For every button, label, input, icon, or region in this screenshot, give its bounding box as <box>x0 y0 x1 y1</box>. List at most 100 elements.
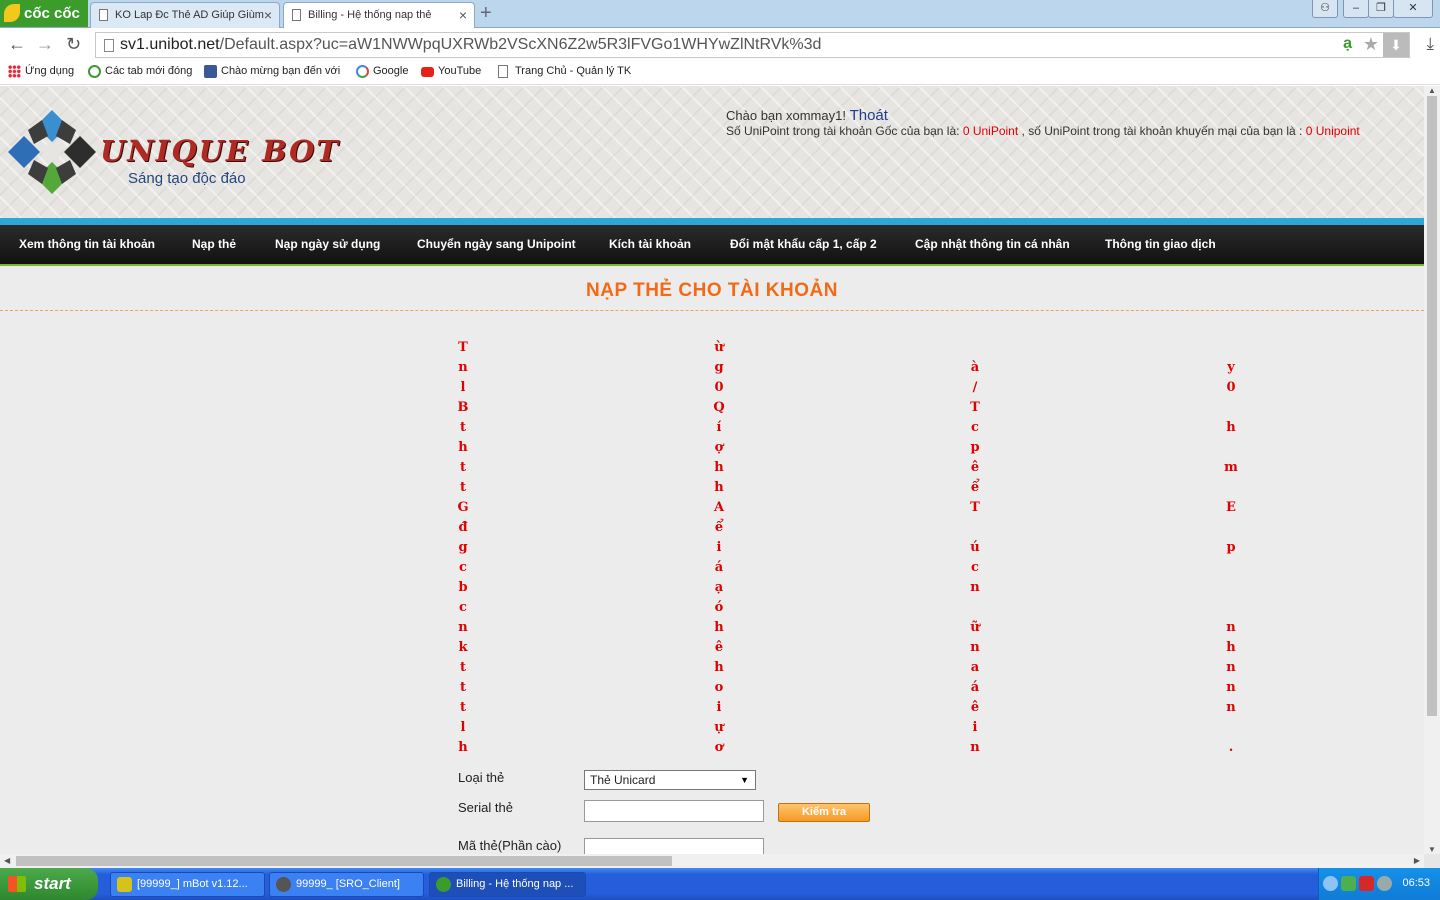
recent-tabs-icon <box>88 65 101 78</box>
url-text[interactable]: sv1.unibot.net/Default.aspx?uc=aW1NWWpqU… <box>120 36 821 54</box>
menu-item-top-up-days[interactable]: Nạp ngày sử dụng <box>275 225 380 264</box>
points-middle: , số UniPoint trong tài khoản khuyến mại… <box>1021 124 1303 138</box>
menu-item-days-to-unipoint[interactable]: Chuyển ngày sang Unipoint <box>417 225 576 264</box>
bookmark-trang-chu[interactable]: Trang Chủ - Quản lý TK <box>498 65 631 78</box>
system-tray: 06:53 <box>1318 868 1440 900</box>
browser-tab-bar: cốc cốc KO Lap Đc Thẻ AD Giúp Giùm × Bil… <box>0 0 1440 29</box>
taskbar-item-sro-client[interactable]: 99999_ [SRO_Client] <box>269 872 424 897</box>
volume-icon[interactable] <box>1377 876 1392 891</box>
notice-column-3: à / T c p ê ể T ú c n ữ n a á ê i n <box>970 360 980 755</box>
vertical-scrollbar[interactable]: ▲ ▼ <box>1424 86 1440 854</box>
menu-item-kick-account[interactable]: Kích tài khoản <box>609 225 691 264</box>
apps-grid-icon <box>8 65 21 78</box>
google-icon <box>356 65 369 78</box>
page-icon <box>104 39 114 52</box>
document-icon <box>292 9 301 21</box>
menu-item-transactions[interactable]: Thông tin giao dịch <box>1105 225 1216 264</box>
start-label: start <box>34 874 71 893</box>
facebook-icon <box>204 65 217 78</box>
scroll-corner <box>1424 854 1440 868</box>
youtube-icon <box>421 67 434 77</box>
card-type-select[interactable]: Thẻ Unicard ▼ <box>584 770 756 790</box>
start-button[interactable]: start <box>0 868 98 900</box>
horizontal-scroll-thumb[interactable] <box>16 856 672 866</box>
points-main-value: 0 UniPoint <box>962 124 1019 138</box>
back-arrow-icon[interactable]: ← <box>8 33 26 55</box>
points-prefix: Số UniPoint trong tài khoản Gốc của bạn … <box>726 124 960 138</box>
card-type-value: Thẻ Unicard <box>590 773 656 787</box>
network-icon[interactable] <box>1341 876 1356 891</box>
scroll-down-arrow-icon[interactable]: ▼ <box>1428 845 1436 854</box>
browser-brand: cốc cốc <box>24 5 80 22</box>
bookmark-facebook[interactable]: Chào mừng bạn đến với <box>204 65 340 78</box>
card-code-input[interactable] <box>584 838 764 854</box>
header-divider-bar <box>0 218 1424 225</box>
clock: 06:53 <box>1402 877 1430 889</box>
document-icon <box>99 9 108 21</box>
coccoc-icon <box>436 877 451 892</box>
close-window-button[interactable]: ✕ <box>1393 0 1433 18</box>
unique-bot-logo-icon[interactable] <box>6 108 98 196</box>
address-bar: ← → ↻ sv1.unibot.net/Default.aspx?uc=aW1… <box>0 28 1440 61</box>
notice-column-4: y 0 h m E p n h n n n . <box>1224 360 1238 755</box>
notice-column-2: ừ g 0 Q í ợ h h A ể i á ạ ó h ê h o i ự … <box>713 340 725 755</box>
restore-button[interactable]: ❐ <box>1368 0 1394 18</box>
profile-icon[interactable]: ⚇ <box>1312 0 1338 18</box>
sro-client-icon <box>276 877 291 892</box>
logout-link[interactable]: Thoát <box>850 107 888 124</box>
taskbar: start [99999_] mBot v1.12... 99999_ [SRO… <box>0 868 1440 900</box>
notice-column-1: T n l B t h t t G đ g c b c n k t t t l … <box>457 340 469 755</box>
dropdown-arrow-icon: ▼ <box>740 775 749 785</box>
section-title: NẠP THẺ CHO TÀI KHOẢN <box>586 280 838 301</box>
bookmark-star-icon[interactable]: ★ <box>1363 34 1379 55</box>
card-code-label: Mã thẻ(Phần cào) <box>458 838 562 853</box>
tray-expand-icon[interactable] <box>1323 876 1338 891</box>
tab-title: Billing - Hệ thống nap thẻ <box>308 9 432 21</box>
horizontal-scrollbar[interactable]: ◀ ▶ <box>0 854 1424 868</box>
menu-item-account-info[interactable]: Xem thông tin tài khoản <box>19 225 155 264</box>
scroll-right-arrow-icon[interactable]: ▶ <box>1414 856 1420 865</box>
coccoc-logo[interactable]: cốc cốc <box>0 0 88 27</box>
card-type-label: Loại thẻ <box>458 770 505 785</box>
bookmark-youtube[interactable]: YouTube <box>421 65 481 77</box>
forward-arrow-icon[interactable]: → <box>36 33 54 55</box>
points-promo-value: 0 Unipoint <box>1305 124 1360 138</box>
tab-billing[interactable]: Billing - Hệ thống nap thẻ × <box>283 2 475 29</box>
logo-text: UNIQUE BOT <box>100 134 341 168</box>
new-tab-button[interactable]: + <box>480 3 492 23</box>
vertical-scroll-thumb[interactable] <box>1427 96 1437 716</box>
site-header: UNIQUE BOT Sáng tạo độc đáo Chào bạn xom… <box>0 86 1424 218</box>
tab-ko-lap[interactable]: KO Lap Đc Thẻ AD Giúp Giùm × <box>90 2 280 28</box>
check-button[interactable]: Kiểm tra <box>778 803 870 822</box>
scroll-left-arrow-icon[interactable]: ◀ <box>4 856 10 865</box>
serial-label: Serial thẻ <box>458 800 513 815</box>
menu-item-change-password[interactable]: Đổi mật khẩu cấp 1, cấp 2 <box>730 225 877 264</box>
download-icon[interactable]: ⤓ <box>1426 34 1434 54</box>
close-icon[interactable]: × <box>264 3 272 27</box>
minimize-button[interactable]: – <box>1343 0 1369 18</box>
scroll-up-arrow-icon[interactable]: ▲ <box>1428 86 1436 95</box>
tab-title: KO Lap Đc Thẻ AD Giúp Giùm <box>115 9 264 21</box>
bookmark-apps[interactable]: Ứng dụng <box>8 65 74 78</box>
greeting-line: Chào bạn xommay1! Thoát <box>726 107 888 124</box>
serial-input[interactable] <box>584 800 764 822</box>
url-input[interactable]: sv1.unibot.net/Default.aspx?uc=aW1NWWpqU… <box>95 32 1410 58</box>
menu-item-top-up-card[interactable]: Nạp thẻ <box>192 225 236 264</box>
close-icon[interactable]: × <box>459 3 467 27</box>
vietnamese-input-icon[interactable]: ạ <box>1343 35 1352 53</box>
savior-download-icon[interactable]: ⬇ <box>1383 33 1409 57</box>
taskbar-item-mbot[interactable]: [99999_] mBot v1.12... <box>110 872 265 897</box>
reload-icon[interactable]: ↻ <box>66 33 81 55</box>
logo-slogan: Sáng tạo độc đáo <box>128 170 246 187</box>
antivirus-icon[interactable] <box>1359 876 1374 891</box>
windows-flag-icon <box>8 876 26 892</box>
bookmark-recent-tabs[interactable]: Các tab mới đóng <box>88 65 192 78</box>
coccoc-leaf-icon <box>4 4 20 22</box>
taskbar-item-billing[interactable]: Billing - Hệ thống nap ... <box>429 872 586 897</box>
title-divider <box>0 310 1424 311</box>
bookmarks-bar: Ứng dụng Các tab mới đóng Chào mừng bạn … <box>0 61 1440 85</box>
greeting-text: Chào bạn xommay1! <box>726 108 846 123</box>
mbot-icon <box>117 877 132 892</box>
menu-item-update-profile[interactable]: Cập nhật thông tin cá nhân <box>915 225 1070 264</box>
bookmark-google[interactable]: Google <box>356 65 408 78</box>
